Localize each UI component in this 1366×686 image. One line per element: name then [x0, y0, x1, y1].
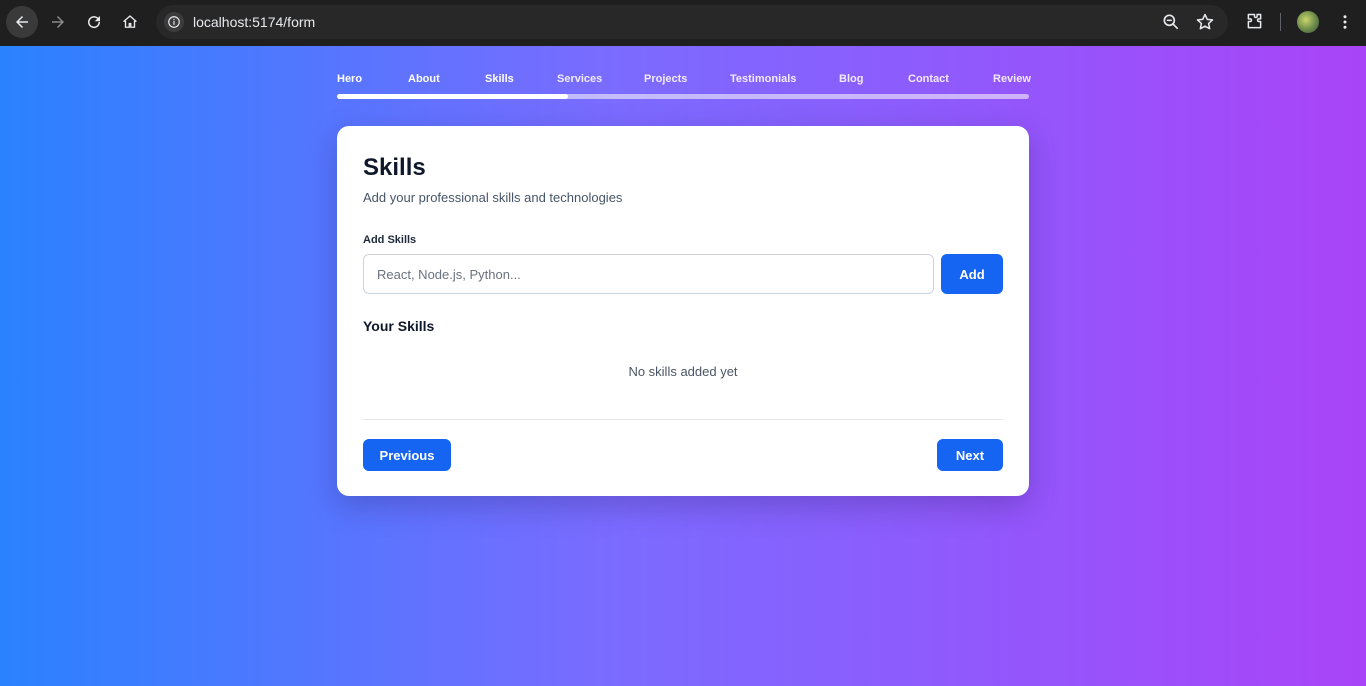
- home-icon: [123, 15, 137, 28]
- home-button[interactable]: [114, 6, 146, 38]
- extensions-puzzle-icon[interactable]: [1244, 11, 1265, 37]
- step-services[interactable]: Services: [557, 73, 602, 85]
- arrow-right-icon: [52, 16, 64, 28]
- back-button[interactable]: [6, 6, 38, 38]
- bookmark-star-icon[interactable]: [1195, 12, 1215, 37]
- arrow-left-icon: [16, 16, 28, 28]
- zoom-icon[interactable]: [1161, 12, 1181, 37]
- divider: [363, 419, 1003, 420]
- empty-skills-message: No skills added yet: [628, 364, 738, 379]
- add-skill-button[interactable]: Add: [941, 254, 1003, 294]
- progress-bar: [337, 94, 1029, 99]
- forward-button[interactable]: [42, 6, 74, 38]
- step-review[interactable]: Review: [993, 73, 1031, 85]
- url-text[interactable]: localhost:5174/form: [193, 14, 315, 30]
- address-bar[interactable]: localhost:5174/form: [156, 5, 1228, 39]
- reload-button[interactable]: [78, 6, 110, 38]
- your-skills-heading: Your Skills: [363, 318, 435, 334]
- site-info-icon[interactable]: [164, 12, 184, 32]
- profile-avatar[interactable]: [1297, 11, 1319, 33]
- page-subtitle: Add your professional skills and technol…: [363, 190, 623, 205]
- step-testimonials[interactable]: Testimonials: [730, 73, 796, 85]
- step-hero[interactable]: Hero: [337, 73, 362, 85]
- form-card: Skills Add your professional skills and …: [337, 126, 1029, 496]
- page-background: Hero About Skills Services Projects Test…: [0, 46, 1366, 686]
- next-button[interactable]: Next: [937, 439, 1003, 471]
- step-about[interactable]: About: [408, 73, 440, 85]
- step-blog[interactable]: Blog: [839, 73, 863, 85]
- step-projects[interactable]: Projects: [644, 73, 687, 85]
- step-skills[interactable]: Skills: [485, 73, 514, 85]
- previous-button[interactable]: Previous: [363, 439, 451, 471]
- kebab-menu-icon[interactable]: [1336, 12, 1354, 37]
- skill-input[interactable]: [363, 254, 934, 294]
- toolbar-divider: [1280, 13, 1281, 31]
- reload-icon: [88, 16, 101, 29]
- add-skills-label: Add Skills: [363, 234, 417, 246]
- progress-bar-fill: [337, 94, 568, 99]
- step-contact[interactable]: Contact: [908, 73, 949, 85]
- page-title: Skills: [363, 154, 426, 181]
- step-navigation: Hero About Skills Services Projects Test…: [337, 73, 1031, 87]
- browser-toolbar: localhost:5174/form: [0, 0, 1366, 46]
